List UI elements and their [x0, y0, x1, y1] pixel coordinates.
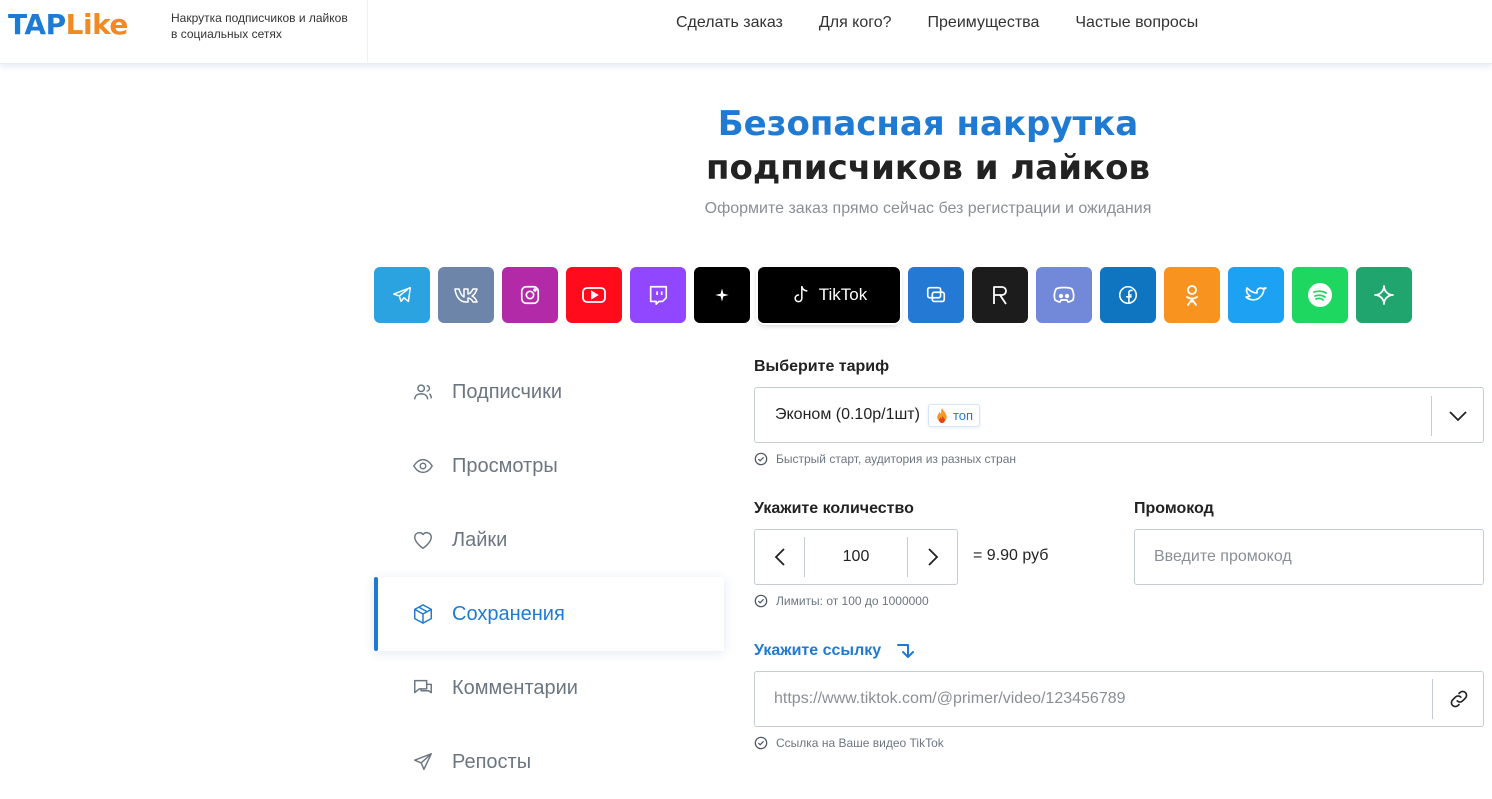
chevron-left-icon	[774, 548, 785, 566]
logo-tap: TAP	[8, 8, 66, 41]
menu-item-followers[interactable]: Подписчики	[374, 355, 724, 429]
tariff-select[interactable]: Эконом (0.10р/1шт) топ	[754, 387, 1484, 443]
heart-icon	[412, 529, 434, 551]
tariff-hint: Быстрый старт, аудитория из разных стран	[754, 452, 1016, 466]
platform-spotify[interactable]	[1292, 267, 1348, 323]
platform-odnoklassniki[interactable]	[1164, 267, 1220, 323]
decrease-button[interactable]	[755, 537, 805, 577]
tariff-label: Выберите тариф	[754, 358, 890, 375]
promo-label: Промокод	[1134, 500, 1214, 517]
arrow-down-right-icon	[896, 644, 914, 658]
quantity-stepper: 100	[754, 529, 958, 585]
check-circle-icon	[754, 736, 768, 750]
tagline: Накрутка подписчиков и лайков в социальн…	[171, 11, 348, 41]
fire-icon	[937, 407, 947, 423]
platform-facebook[interactable]	[1100, 267, 1156, 323]
menu-item-comments[interactable]: Комментарии	[374, 651, 724, 725]
main-nav: Сделать заказ Для кого? Преимущества Час…	[676, 14, 1198, 32]
logo-like: Like	[65, 8, 129, 41]
link-button[interactable]	[1432, 679, 1484, 719]
menu-item-label: Подписчики	[452, 380, 563, 403]
platform-vk[interactable]	[438, 267, 494, 323]
platform-instagram[interactable]	[502, 267, 558, 323]
menu-item-likes[interactable]: Лайки	[374, 503, 724, 577]
quantity-label: Укажите количество	[754, 500, 914, 517]
spotify-icon	[1308, 283, 1332, 307]
menu-item-label: Комментарии	[452, 676, 578, 699]
check-circle-icon	[754, 452, 768, 466]
instagram-icon	[520, 285, 540, 305]
link-label-text: Укажите ссылку	[754, 642, 882, 660]
top-badge: топ	[927, 403, 981, 427]
hero-subtitle: Оформите заказ прямо сейчас без регистра…	[704, 200, 1152, 217]
platform-tiktok[interactable]: TikTok	[758, 267, 900, 323]
nav-order[interactable]: Сделать заказ	[676, 14, 783, 32]
twitter-icon	[1245, 287, 1267, 301]
chevron-down-icon	[1431, 396, 1483, 436]
send-icon	[412, 751, 434, 773]
menu-item-views[interactable]: Просмотры	[374, 429, 724, 503]
nav-faq[interactable]: Частые вопросы	[1075, 14, 1198, 32]
facebook-icon	[1118, 285, 1138, 305]
chat-boxes-icon	[926, 286, 946, 303]
menu-item-label: Репосты	[452, 750, 532, 773]
nav-advantages[interactable]: Преимущества	[928, 14, 1040, 32]
link-input[interactable]	[754, 671, 1484, 727]
platform-dzen[interactable]	[1356, 267, 1412, 323]
service-menu: Подписчики Просмотры Лайки Сохранения Ко…	[374, 355, 724, 799]
price-total: = 9.90 руб	[973, 547, 1049, 564]
discord-icon	[1053, 286, 1075, 303]
box-icon	[412, 603, 434, 625]
youtube-icon	[582, 287, 606, 303]
nav-audience[interactable]: Для кого?	[819, 14, 892, 32]
chevron-right-icon	[927, 548, 938, 566]
menu-item-label: Просмотры	[452, 454, 558, 477]
menu-item-label: Сохранения	[452, 602, 565, 625]
platform-selector: TikTok	[374, 267, 1412, 323]
tiktok-label: TikTok	[818, 285, 868, 304]
menu-item-label: Лайки	[452, 528, 508, 551]
tariff-value: Эконом (0.10р/1шт)	[775, 406, 920, 423]
platform-telegram[interactable]	[374, 267, 430, 323]
logo[interactable]: TAPLike	[8, 8, 128, 41]
dzen-icon	[1374, 285, 1394, 305]
twitch-icon	[649, 285, 668, 305]
link-label: Укажите ссылку	[754, 642, 918, 660]
telegram-icon	[393, 286, 411, 303]
platform-twitter[interactable]	[1228, 267, 1284, 323]
users-icon	[412, 381, 434, 403]
eye-icon	[412, 455, 434, 477]
menu-item-saves[interactable]: Сохранения	[374, 577, 724, 651]
platform-youtube[interactable]	[566, 267, 622, 323]
site-header: TAPLike Накрутка подписчиков и лайков в …	[0, 0, 1492, 64]
odnoklassniki-icon	[1186, 285, 1198, 306]
hero-title-line1: Безопасная накрутка	[717, 104, 1139, 144]
platform-rutube[interactable]	[972, 267, 1028, 323]
tiktok-icon	[794, 285, 808, 303]
hero-title-line2: подписчиков и лайков	[705, 148, 1150, 188]
header-divider	[367, 0, 368, 64]
link-hint: Ссылка на Ваше видео TikTok	[754, 736, 944, 750]
comments-icon	[412, 677, 434, 699]
check-circle-icon	[754, 594, 768, 608]
link-hint-text: Ссылка на Ваше видео TikTok	[776, 736, 944, 750]
top-badge-label: топ	[952, 407, 974, 423]
link-icon	[1450, 690, 1467, 708]
sparkle-icon	[715, 288, 729, 302]
rutube-icon	[993, 286, 1007, 305]
platform-threads[interactable]	[694, 267, 750, 323]
link-field	[754, 671, 1484, 727]
promo-input[interactable]	[1134, 529, 1484, 585]
platform-discord[interactable]	[1036, 267, 1092, 323]
quantity-hint: Лимиты: от 100 до 1000000	[754, 594, 929, 608]
platform-twitch[interactable]	[630, 267, 686, 323]
menu-item-reposts[interactable]: Репосты	[374, 725, 724, 799]
increase-button[interactable]	[907, 537, 957, 577]
tariff-hint-text: Быстрый старт, аудитория из разных стран	[776, 452, 1017, 466]
quantity-value[interactable]: 100	[805, 548, 907, 566]
vk-icon	[454, 288, 478, 303]
quantity-hint-text: Лимиты: от 100 до 1000000	[776, 594, 929, 608]
platform-yappy[interactable]	[908, 267, 964, 323]
